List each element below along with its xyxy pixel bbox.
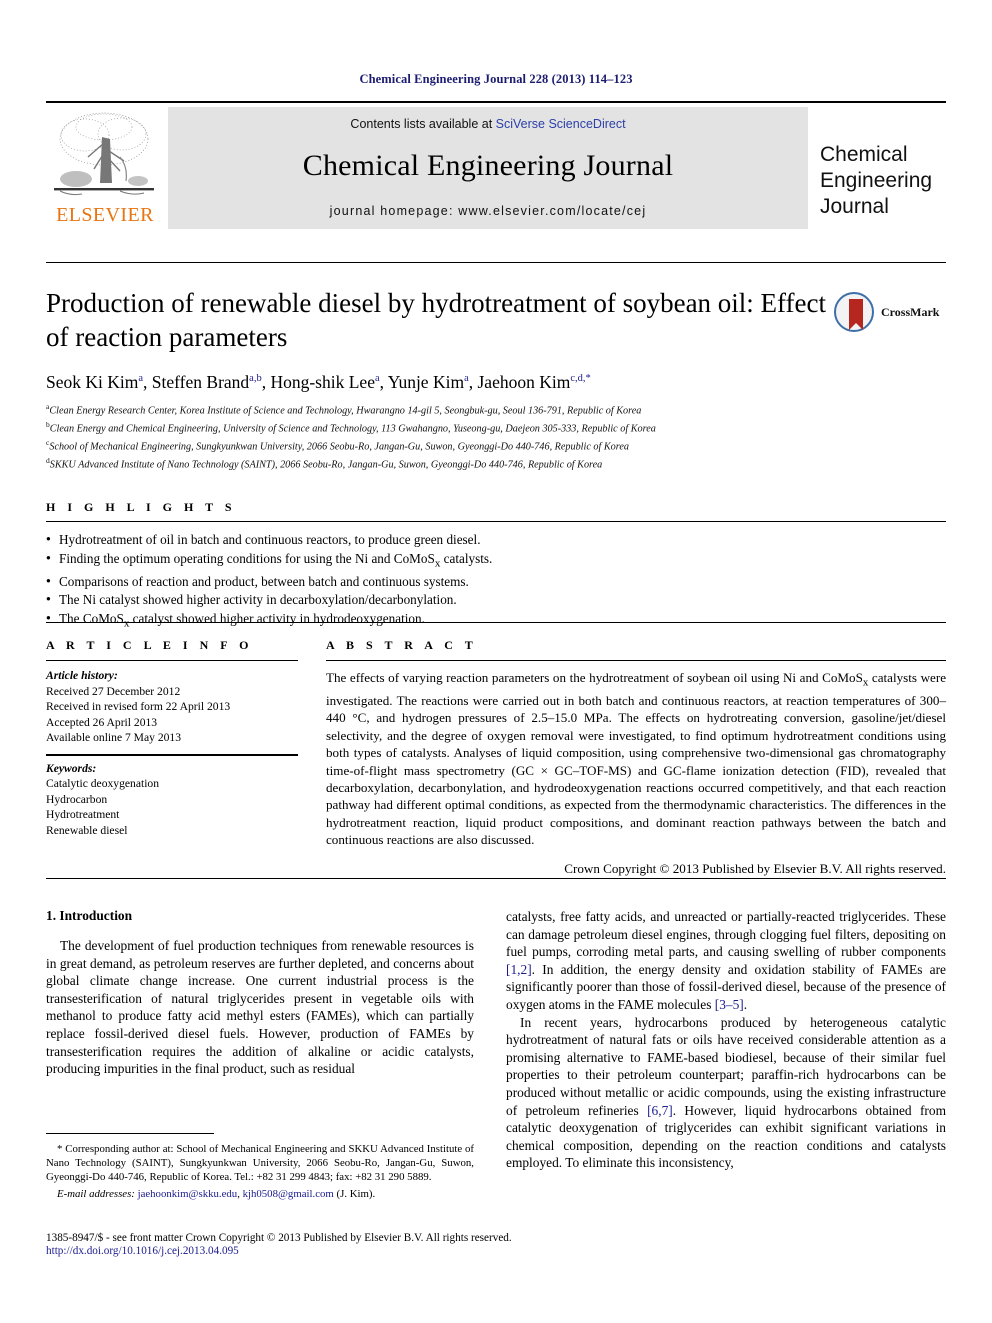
intro-r1-text-a: catalysts, free fatty acids, and unreact… [506,909,946,960]
journal-cover-thumbnail: Chemical Engineering Journal [818,107,946,229]
highlight-item: Finding the optimum operating conditions… [46,548,946,573]
intro-r1-text-c: . [743,996,748,1012]
affiliation-mark: c [46,437,50,447]
author-list: Seok Ki Kima, Steffen Branda,b, Hong-shi… [46,372,591,392]
email-link-1[interactable]: jaehoonkim@skku.edu [138,1188,238,1200]
masthead-bottom-rule [46,262,946,263]
abstract-section: A B S T R A C T The effects of varying r… [326,638,946,877]
affiliation-mark: a [46,402,50,411]
highlights-label: H I G H L I G H T S [46,500,237,514]
crossmark-badge[interactable]: CrossMark [834,292,940,334]
abstract-copyright: Crown Copyright © 2013 Published by Else… [564,860,946,876]
author-affiliation-mark: a [464,373,469,385]
affiliation-item: dSKKU Advanced Institute of Nano Technol… [46,455,603,471]
highlights-rule [46,521,946,522]
affiliation-item: aClean Energy Research Center, Korea Ins… [46,402,642,417]
author-affiliation-mark: c,d,* [570,373,591,385]
author-name[interactable]: Steffen Brand [152,372,249,392]
elsevier-tree-icon [50,109,158,201]
highlight-item: Comparisons of reaction and product, bet… [46,572,946,592]
author-affiliation-mark: a,b [249,373,262,385]
journal-band: Contents lists available at SciVerse Sci… [168,107,808,229]
contents-lists-line: Contents lists available at SciVerse Sci… [168,117,808,131]
masthead-top-rule [46,101,946,103]
title-block: Production of renewable diesel by hydrot… [46,286,826,354]
article-history-title: Article history: [46,669,118,682]
author-name[interactable]: Hong-shik Lee [270,372,375,392]
journal-article-page: Chemical Engineering Journal 228 (2013) … [0,0,992,1323]
crossmark-ribbon-icon [849,299,863,330]
article-history-item: Available online 7 May 2013 [46,731,182,744]
article-history-list: Received 27 December 2012 Received in rev… [46,684,298,746]
page-title: Production of renewable diesel by hydrot… [46,288,827,352]
author-name[interactable]: Seok Ki Kim [46,372,138,392]
affiliation-item: cSchool of Mechanical Engineering, Sungk… [46,437,629,453]
affiliation-mark: d [46,455,50,465]
author-name[interactable]: Jaehoon Kim [478,372,571,392]
crossmark-label: CrossMark [881,305,940,319]
article-history-item: Accepted 26 April 2013 [46,715,158,729]
email-label: E-mail addresses: [57,1187,135,1200]
keywords-title: Keywords: [46,761,97,775]
journal-masthead: ELSEVIER Contents lists available at Sci… [46,107,946,229]
doi-link[interactable]: http://dx.doi.org/10.1016/j.cej.2013.04.… [46,1245,946,1257]
corresponding-author-note: * Corresponding author at: School of Mec… [46,1143,474,1184]
keyword-item: Hydrotreatment [46,808,120,821]
abstract-body: The effects of varying reaction paramete… [326,670,947,848]
article-info-section: A R T I C L E I N F O Article history: R… [46,638,298,838]
cover-line-3: Journal [820,195,889,218]
affiliation-list: aClean Energy Research Center, Korea Ins… [46,400,926,472]
author-name[interactable]: Yunje Kim [388,372,464,392]
elsevier-wordmark: ELSEVIER [56,204,154,226]
citation-ref-6-7[interactable]: [6,7] [647,1103,673,1118]
citation-ref-3-5[interactable]: [3–5] [715,997,744,1012]
keywords-rule [46,753,298,756]
intro-paragraph-right-1: catalysts, free fatty acids, and unreact… [506,908,946,1014]
cover-line-2: Engineering [820,169,933,192]
email-link-2[interactable]: kjh0508@gmail.com [243,1188,334,1200]
article-info-label: A R T I C L E I N F O [46,638,253,652]
journal-title: Chemical Engineering Journal [302,149,674,182]
email-addresses-note: E-mail addresses: jaehoonkim@skku.edu, k… [46,1187,474,1201]
highlight-item: The Ni catalyst showed higher activity i… [46,590,946,610]
highlights-section: H I G H L I G H T S Hydrotreatment of oi… [46,500,946,633]
abstract-label: A B S T R A C T [326,638,478,652]
citation-ref-1-2[interactable]: [1,2] [506,962,532,977]
affiliation-item: bClean Energy and Chemical Engineering, … [46,419,656,435]
abstract-bottom-rule [46,878,946,879]
crossmark-ring-icon [834,292,874,332]
keywords-list: Catalytic deoxygenation Hydrocarbon Hydrot… [46,776,298,838]
highlight-item: Hydrotreatment of oil in batch and conti… [46,530,946,550]
email-suffix: (J. Kim). [336,1187,376,1200]
contents-prefix: Contents lists available at [350,117,496,131]
article-history-item: Received in revised form 22 April 2013 [46,700,231,713]
footnote-rule [46,1133,214,1134]
affiliation-mark: b [46,419,50,429]
elsevier-logo: ELSEVIER [46,107,164,229]
highlights-list: Hydrotreatment of oil in batch and conti… [46,530,946,633]
article-history-item: Received 27 December 2012 [46,684,181,698]
page-footer: 1385-8947/$ - see front matter Crown Cop… [46,1232,946,1257]
keywords-block: Keywords: Catalytic deoxygenation Hydroca… [46,753,298,839]
intro-paragraph-right-2: In recent years, hydrocarbons produced b… [506,1014,946,1172]
abstract-rule [326,660,946,661]
journal-homepage-link[interactable]: journal homepage: www.elsevier.com/locat… [168,204,808,218]
body-column-right: catalysts, free fatty acids, and unreact… [506,908,946,1172]
keyword-item: Catalytic deoxygenation [46,777,160,790]
highlights-bottom-rule [46,622,946,623]
keyword-item: Hydrocarbon [46,792,108,806]
running-head: Chemical Engineering Journal 228 (2013) … [359,72,633,86]
intro-paragraph-left: The development of fuel production techn… [46,938,474,1077]
issn-copyright-line: 1385-8947/$ - see front matter Crown Cop… [46,1232,512,1244]
footnote-block: * Corresponding author at: School of Mec… [46,1142,474,1201]
section-heading-introduction: 1. Introduction [46,908,133,923]
body-column-left: 1. Introduction The development of fuel … [46,908,474,1078]
author-affiliation-mark: a [374,373,380,385]
keyword-item: Renewable diesel [46,823,128,837]
cover-line-1: Chemical [820,143,908,166]
sciencedirect-link[interactable]: SciVerse ScienceDirect [496,117,626,131]
author-affiliation-mark: a [138,373,144,385]
